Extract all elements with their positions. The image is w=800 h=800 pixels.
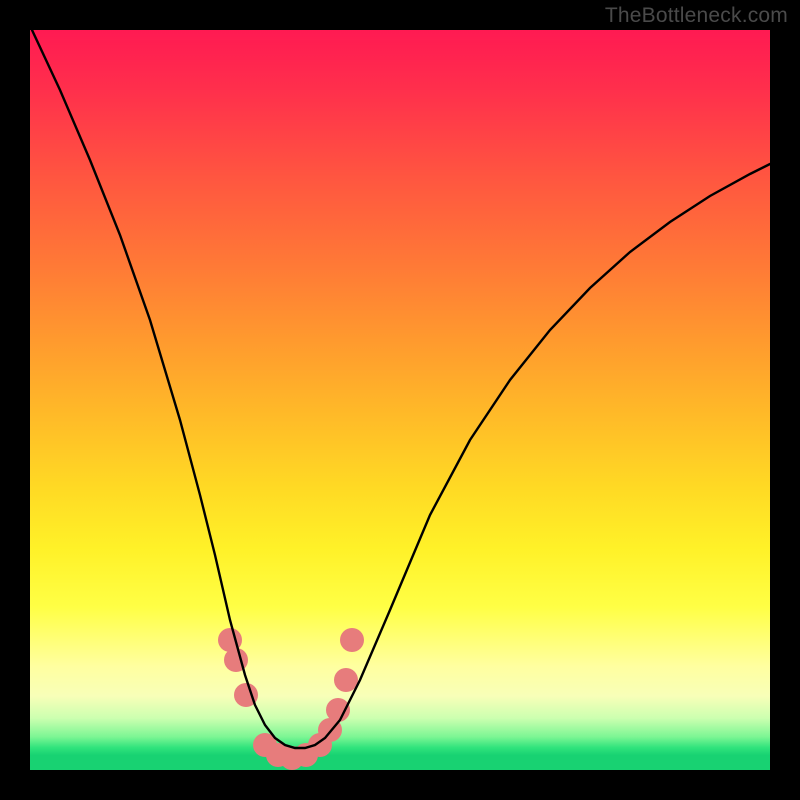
watermark-text: TheBottleneck.com bbox=[605, 4, 788, 28]
chart-frame: TheBottleneck.com bbox=[0, 0, 800, 800]
highlight-dot bbox=[340, 628, 364, 652]
highlight-dot bbox=[326, 698, 350, 722]
highlight-dots bbox=[218, 628, 364, 770]
plot-area bbox=[30, 30, 770, 770]
curve-layer bbox=[30, 30, 770, 770]
highlight-dot bbox=[334, 668, 358, 692]
bottleneck-curve bbox=[32, 30, 770, 748]
